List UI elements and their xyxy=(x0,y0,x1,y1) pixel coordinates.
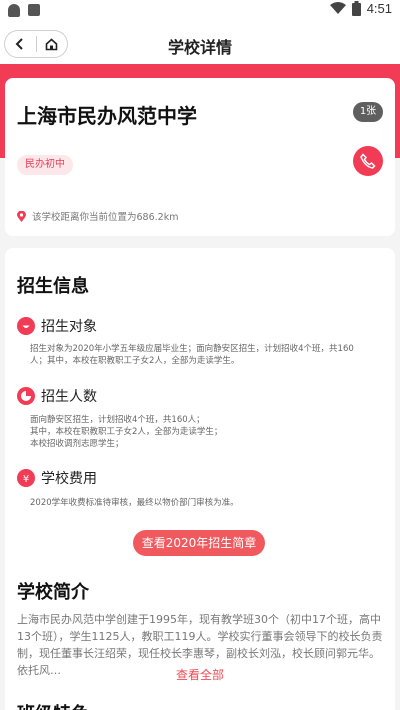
school-type-tag: 民办初中 xyxy=(17,155,73,175)
see-all-link[interactable]: 查看全部 xyxy=(5,666,395,683)
location-pin-icon xyxy=(17,210,26,222)
fee-label: 学校费用 xyxy=(41,471,97,487)
fee-text: 2020学年收费标准待审核，最终以物价部门审核为准。 xyxy=(30,498,239,508)
photo-count-badge[interactable]: 1张 xyxy=(353,102,383,122)
call-button[interactable] xyxy=(353,146,383,176)
view-admission-brochure-button[interactable]: 查看2020年招生简章 xyxy=(133,530,265,556)
school-name: 上海市民办风范中学 xyxy=(17,104,197,128)
svg-text:¥: ¥ xyxy=(23,474,29,484)
money-bag-icon: ¥ xyxy=(17,469,35,487)
wifi-icon xyxy=(329,2,346,14)
intro-title: 学校简介 xyxy=(17,582,89,603)
info-card: 招生信息 招生对象 招生对象为2020年小学五年级应届毕业生；面向静安区招生，计… xyxy=(5,248,395,710)
page-title: 学校详情 xyxy=(167,38,232,57)
distance-row: 该学校距离你当前位置为686.2km xyxy=(17,209,178,223)
target-heading: 招生对象 xyxy=(17,316,97,336)
school-card: 上海市民办风范中学 1张 民办初中 该学校距离你当前位置为686.2km xyxy=(5,78,395,236)
fee-heading: ¥ 学校费用 xyxy=(17,468,97,488)
distance-text: 该学校距离你当前位置为686.2km xyxy=(32,212,179,223)
count-line: 面向静安区招生，计划招收4个班，共160人； xyxy=(30,415,205,425)
smile-icon xyxy=(17,317,35,335)
status-bar: 4:51 xyxy=(0,0,400,24)
notification-icon xyxy=(8,4,20,17)
target-label: 招生对象 xyxy=(41,319,97,335)
battery-icon xyxy=(351,1,361,16)
phone-icon xyxy=(360,153,376,169)
target-text: 招生对象为2020年小学五年级应届毕业生；面向静安区招生，计划招收4个班，共16… xyxy=(30,344,354,366)
count-line: 其中，本校在职教职工子女2人，全部为走读学生； xyxy=(30,427,223,437)
count-heading: 招生人数 xyxy=(17,386,97,406)
count-label: 招生人数 xyxy=(41,389,97,405)
app-notification-icon xyxy=(28,4,40,16)
count-text: 面向静安区招生，计划招收4个班，共160人； 其中，本校在职教职工子女2人，全部… xyxy=(30,414,370,450)
count-line: 本校招收调剂志愿学生； xyxy=(30,439,124,449)
pie-chart-icon xyxy=(17,387,35,405)
next-section-title: 班级特色 xyxy=(17,700,89,710)
app-bar: 学校详情 xyxy=(0,24,400,64)
enrollment-title: 招生信息 xyxy=(17,276,89,297)
status-time: 4:51 xyxy=(366,1,392,16)
